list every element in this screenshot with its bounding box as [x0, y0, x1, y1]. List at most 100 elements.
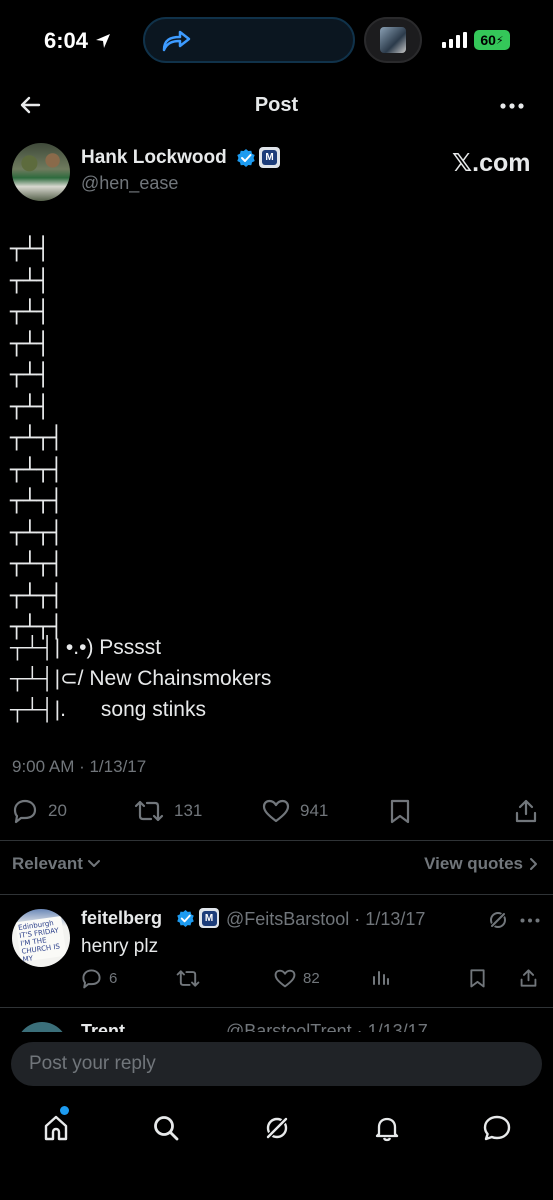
- cellular-signal-icon: [442, 32, 467, 48]
- verified-badge-icon: [237, 149, 255, 167]
- tweet-line: ┬┴┤|⊂/ New Chainsmokers: [10, 667, 272, 690]
- grok-icon: [265, 1116, 289, 1140]
- grok-icon[interactable]: [488, 910, 508, 930]
- reply-icon: [82, 969, 101, 989]
- like-button[interactable]: 941: [262, 798, 328, 824]
- chat-bubble-icon: [483, 1115, 511, 1141]
- sort-dropdown[interactable]: Relevant: [12, 854, 101, 874]
- author-name[interactable]: Hank Lockwood: [81, 147, 227, 169]
- tweet-line: ┬┴┤|. song stinks: [10, 698, 206, 721]
- reply-bookmark-button[interactable]: [469, 968, 486, 988]
- ladder-line: ┬┴┬┤: [10, 552, 63, 577]
- author-avatar[interactable]: [12, 143, 70, 201]
- next-reply-meta[interactable]: @BarstoolTrent · 1/13/17: [226, 1021, 428, 1032]
- reply-button[interactable]: 20: [12, 798, 67, 824]
- ladder-line: ┬┴┬┤: [10, 457, 63, 483]
- reply-share-button[interactable]: [519, 968, 538, 988]
- nav-notifications[interactable]: [369, 1110, 405, 1146]
- repost-button[interactable]: 131: [134, 798, 202, 824]
- reply-reply-count: 6: [109, 970, 118, 987]
- now-playing-badge[interactable]: [364, 17, 422, 63]
- ladder-line: ┬┴┤: [10, 394, 50, 420]
- sort-label: Relevant: [12, 854, 83, 873]
- reply-composer[interactable]: [11, 1042, 542, 1086]
- divider: [0, 840, 553, 841]
- more-options-icon[interactable]: [500, 103, 524, 109]
- home-notification-dot: [60, 1106, 69, 1115]
- more-options-icon[interactable]: [520, 918, 540, 923]
- chevron-down-icon: [87, 860, 100, 867]
- post-timestamp[interactable]: 9:00 AM · 1/13/17: [12, 757, 146, 777]
- reply-action-bar: 6 82: [0, 968, 553, 994]
- analytics-icon: [373, 971, 389, 985]
- tweet-line: ┬┴┤| •.•) Psssst: [10, 636, 162, 659]
- divider: [0, 894, 553, 895]
- bottom-nav: [0, 1100, 553, 1152]
- status-time: 6:04: [44, 28, 112, 54]
- repost-icon: [134, 800, 164, 822]
- heart-icon: [262, 799, 290, 823]
- search-icon: [154, 1116, 179, 1141]
- tweet-text: ┬┴┤| •.•) Psssst ┬┴┤|⊂/ New Chainsmokers…: [10, 632, 271, 725]
- x-watermark: 𝕏.com: [452, 149, 531, 177]
- reply-meta[interactable]: @FeitsBarstool · 1/13/17: [226, 909, 425, 930]
- battery-level: 60: [480, 32, 496, 48]
- ladder-line: ┬┴┤: [10, 268, 50, 294]
- time-text: 6:04: [44, 28, 89, 53]
- next-reply-peek[interactable]: Trent @BarstoolTrent · 1/13/17: [0, 1008, 553, 1032]
- home-icon: [44, 1115, 68, 1141]
- reply-like-button[interactable]: 82: [274, 968, 320, 989]
- reply-icon: [13, 799, 37, 824]
- nav-search[interactable]: [148, 1110, 184, 1146]
- affiliate-badge[interactable]: M: [259, 147, 280, 168]
- location-arrow-icon: [96, 34, 111, 48]
- share-icon: [515, 799, 537, 823]
- ladder-line: ┬┴┬┤: [10, 583, 63, 609]
- repost-count: 131: [174, 801, 203, 820]
- app-thumbnail: [380, 27, 406, 53]
- next-reply-author-name[interactable]: Trent: [81, 1021, 125, 1032]
- heart-icon: [274, 969, 296, 988]
- reply-count: 20: [48, 801, 67, 820]
- affiliate-logo-icon: M: [201, 910, 217, 926]
- view-quotes-label: View quotes: [424, 854, 523, 873]
- reply-reply-button[interactable]: 6: [81, 968, 117, 989]
- share-forward-icon: [162, 30, 191, 52]
- bookmark-button[interactable]: [389, 798, 411, 824]
- bell-icon: [375, 1117, 399, 1142]
- reply-repost-button[interactable]: [176, 968, 200, 989]
- ladder-line: ┬┴┬┤: [10, 520, 63, 546]
- like-count: 941: [300, 801, 329, 820]
- author-handle[interactable]: @hen_ease: [81, 173, 178, 194]
- page-title: Post: [254, 94, 299, 116]
- affiliate-logo-icon: M: [262, 150, 277, 165]
- ladder-line: ┬┴┤: [10, 237, 50, 262]
- battery-indicator: 60 ⚡: [474, 30, 510, 50]
- share-button[interactable]: [514, 798, 538, 824]
- nav-grok[interactable]: [259, 1110, 295, 1146]
- share-icon: [520, 969, 537, 987]
- verified-badge-icon: [177, 909, 194, 928]
- avatar-sign-text: Edinburgh IT'S FRIDAY I'M THE CHURCH IS …: [15, 915, 67, 964]
- repost-icon: [176, 970, 200, 987]
- charging-bolt-icon: ⚡: [495, 34, 504, 47]
- ladder-line: ┬┴┤: [10, 300, 50, 325]
- ladder-line: ┬┴┬┤: [10, 426, 63, 451]
- ladder-line: ┬┴┤: [10, 363, 50, 388]
- post-action-bar: 20 131 941: [0, 798, 553, 828]
- bookmark-icon: [390, 799, 410, 824]
- ladder-line: ┬┴┬┤: [10, 489, 63, 514]
- nav-messages[interactable]: [479, 1110, 515, 1146]
- ladder-line: ┬┴┤: [10, 331, 50, 357]
- reply-like-count: 82: [303, 970, 320, 987]
- tweet-ladder-art: ┬┴┤ ┬┴┤ ┬┴┤ ┬┴┤ ┬┴┤ ┬┴┤ ┬┴┬┤ ┬┴┬┤ ┬┴┬┤ ┬…: [10, 234, 63, 644]
- reply-views-button[interactable]: [372, 968, 390, 986]
- chevron-right-icon: [530, 858, 537, 870]
- affiliate-badge[interactable]: M: [199, 908, 219, 928]
- next-reply-avatar[interactable]: [16, 1022, 68, 1032]
- reply-input[interactable]: [27, 1052, 542, 1076]
- reply-author-name[interactable]: feitelberg: [81, 908, 162, 929]
- reply-author-avatar[interactable]: Edinburgh IT'S FRIDAY I'M THE CHURCH IS …: [12, 909, 70, 967]
- view-quotes-link[interactable]: View quotes: [424, 854, 539, 874]
- nav-home[interactable]: [38, 1110, 74, 1146]
